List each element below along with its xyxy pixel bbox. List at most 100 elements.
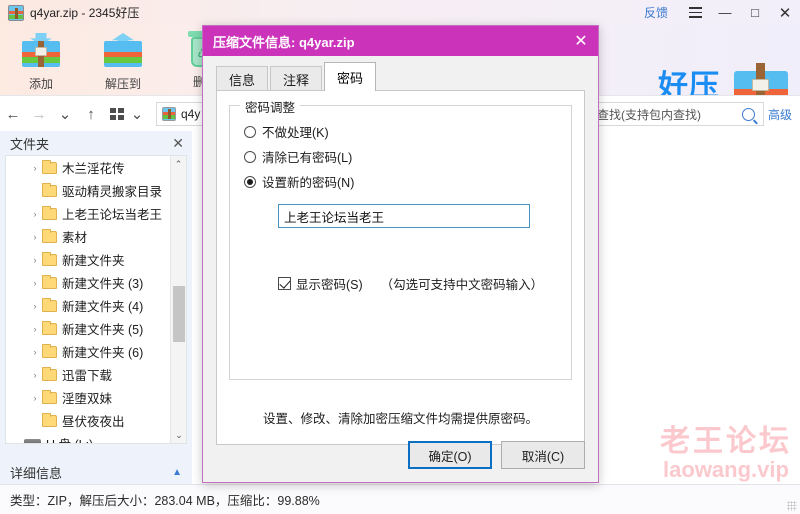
scrollbar-thumb[interactable]: [173, 286, 185, 342]
tree-item[interactable]: › 新建文件夹: [6, 248, 170, 271]
chevron-right-icon[interactable]: ›: [10, 439, 24, 444]
hamburger-icon: [688, 7, 702, 18]
brand-name: 好压: [658, 69, 720, 95]
folder-icon: [42, 159, 57, 174]
details-panel-header[interactable]: 详细信息 ▲: [0, 459, 192, 485]
advanced-search-link[interactable]: 高级: [768, 106, 792, 123]
forward-arrow-icon[interactable]: →: [26, 106, 52, 123]
toolbar-button-extract[interactable]: 解压到: [92, 29, 154, 92]
password-field[interactable]: 上老王论坛当老王: [278, 204, 530, 228]
folder-icon: [42, 366, 57, 381]
dialog-buttons: 确定(O) 取消(C): [408, 441, 585, 469]
chevron-right-icon[interactable]: ›: [28, 301, 42, 311]
chevron-up-icon[interactable]: ▲: [172, 467, 182, 478]
folder-icon: [42, 389, 57, 404]
tree-item[interactable]: › 迅雷下载: [6, 363, 170, 386]
show-password-hint: （勾选可支持中文密码输入）: [380, 278, 544, 292]
radio-clear-password[interactable]: 清除已有密码(L): [244, 147, 352, 166]
tree-item[interactable]: › 新建文件夹 (5): [6, 317, 170, 340]
chevron-right-icon[interactable]: ›: [28, 163, 42, 173]
folder-icon: [42, 251, 57, 266]
tree-item-label: 驱动精灵搬家目录: [62, 185, 163, 199]
window-titlebar: q4yar.zip - 2345好压 反馈 — □ ✕: [0, 0, 800, 25]
tree-item[interactable]: 驱动精灵搬家目录: [6, 179, 170, 202]
dialog-titlebar: 压缩文件信息: q4yar.zip ✕: [203, 26, 598, 56]
ok-button[interactable]: 确定(O): [408, 441, 492, 469]
close-icon[interactable]: ✕: [172, 135, 184, 152]
folder-icon: [42, 274, 57, 289]
chevron-right-icon[interactable]: ›: [28, 278, 42, 288]
tree-item[interactable]: › 淫堕双妹: [6, 386, 170, 409]
tree-item-label: 迅雷下载: [62, 369, 113, 383]
toolbar-button-add[interactable]: 添加: [10, 29, 72, 92]
tab-comment[interactable]: 注释: [270, 66, 323, 91]
tree-item[interactable]: › U 盘 (L:): [6, 432, 170, 443]
tree-item-label: 上老王论坛当老王: [62, 208, 163, 222]
folder-icon: [42, 228, 57, 243]
back-arrow-icon[interactable]: ←: [0, 106, 26, 123]
radio-no-action[interactable]: 不做处理(K): [244, 122, 329, 141]
add-to-archive-icon: [20, 33, 62, 73]
folder-sidebar: 文件夹 ✕ › 木兰淫花传 驱动精灵搬家目录 › 上老王论坛当老王 › 素材 › 新建文件夹 › 新…: [0, 131, 192, 514]
archive-info-dialog: 压缩文件信息: q4yar.zip ✕ 信息 注释 密码 密码调整 不做处理(K…: [202, 25, 599, 483]
grid-view-icon[interactable]: [110, 108, 124, 120]
archive-icon: [8, 4, 24, 21]
resize-grip[interactable]: [787, 501, 797, 511]
scroll-down-icon[interactable]: ⌄: [171, 427, 186, 443]
tree-item[interactable]: › 木兰淫花传: [6, 156, 170, 179]
close-icon[interactable]: ✕: [564, 26, 598, 56]
group-legend: 密码调整: [240, 97, 301, 116]
chevron-right-icon[interactable]: ›: [28, 232, 42, 242]
tree-item-label: 新建文件夹 (3): [62, 277, 144, 291]
tab-info[interactable]: 信息: [216, 66, 269, 91]
dialog-tabs: 信息 注释 密码: [216, 62, 378, 91]
status-text: 类型：ZIP，解压后大小：283.04 MB，压缩比：99.88%: [10, 494, 320, 508]
password-value: 上老王论坛当老王: [284, 210, 385, 225]
chevron-right-icon[interactable]: ›: [28, 255, 42, 265]
tree-item[interactable]: › 新建文件夹 (3): [6, 271, 170, 294]
address-path: q4y: [181, 107, 201, 121]
tab-password[interactable]: 密码: [324, 62, 377, 91]
close-button[interactable]: ✕: [770, 0, 800, 25]
feedback-button[interactable]: 反馈: [644, 4, 668, 21]
tree-item[interactable]: 昼伏夜夜出: [6, 409, 170, 432]
chevron-right-icon[interactable]: ›: [28, 209, 42, 219]
folder-icon: [42, 412, 57, 427]
radio-icon-selected: [244, 175, 256, 188]
tree-item[interactable]: › 新建文件夹 (6): [6, 340, 170, 363]
tree-scrollbar[interactable]: ⌃ ⌄: [170, 156, 186, 443]
chevron-right-icon[interactable]: ›: [28, 347, 42, 357]
tree-item-label: 新建文件夹 (5): [62, 323, 144, 337]
tree-item[interactable]: › 素材: [6, 225, 170, 248]
window-title: q4yar.zip - 2345好压: [30, 6, 140, 20]
scroll-up-icon[interactable]: ⌃: [171, 156, 186, 172]
search-icon[interactable]: [741, 107, 755, 121]
chevron-right-icon[interactable]: ›: [28, 324, 42, 334]
chevron-right-icon[interactable]: ›: [28, 370, 42, 380]
up-arrow-icon[interactable]: ↑: [78, 106, 104, 123]
chevron-right-icon[interactable]: ›: [28, 393, 42, 403]
toolbar-label: 解压到: [104, 77, 141, 91]
sidebar-title: 文件夹: [10, 136, 50, 152]
tree-item[interactable]: › 新建文件夹 (4): [6, 294, 170, 317]
tree-item-label: 木兰淫花传: [62, 162, 125, 176]
extract-to-icon: [102, 33, 144, 73]
tree-item-label: 新建文件夹 (6): [62, 346, 144, 360]
minimize-button[interactable]: —: [710, 0, 740, 25]
show-password-label: 显示密码(S): [296, 278, 363, 292]
tree-item[interactable]: › 上老王论坛当老王: [6, 202, 170, 225]
maximize-button[interactable]: □: [740, 0, 770, 25]
application-window: q4yar.zip - 2345好压 反馈 — □ ✕ 添加 解压到 好压 ← …: [0, 0, 800, 514]
menu-icon[interactable]: [680, 0, 710, 25]
folder-tree[interactable]: › 木兰淫花传 驱动精灵搬家目录 › 上老王论坛当老王 › 素材 › 新建文件夹 › 新建文件夹 (…: [5, 155, 187, 444]
chevron-down-icon[interactable]: ⌄: [52, 105, 78, 123]
view-chevron-down-icon[interactable]: ⌄: [124, 105, 150, 123]
radio-set-new-password[interactable]: 设置新的密码(N): [244, 172, 354, 191]
sidebar-header: 文件夹 ✕: [0, 131, 192, 155]
tree-item-label: 素材: [62, 231, 88, 245]
cancel-button[interactable]: 取消(C): [501, 441, 585, 469]
show-password-row[interactable]: 显示密码(S) （勾选可支持中文密码输入）: [278, 274, 543, 293]
tree-item-label: 昼伏夜夜出: [62, 415, 125, 429]
drive-icon: [24, 438, 41, 443]
archive-icon: [162, 107, 176, 121]
